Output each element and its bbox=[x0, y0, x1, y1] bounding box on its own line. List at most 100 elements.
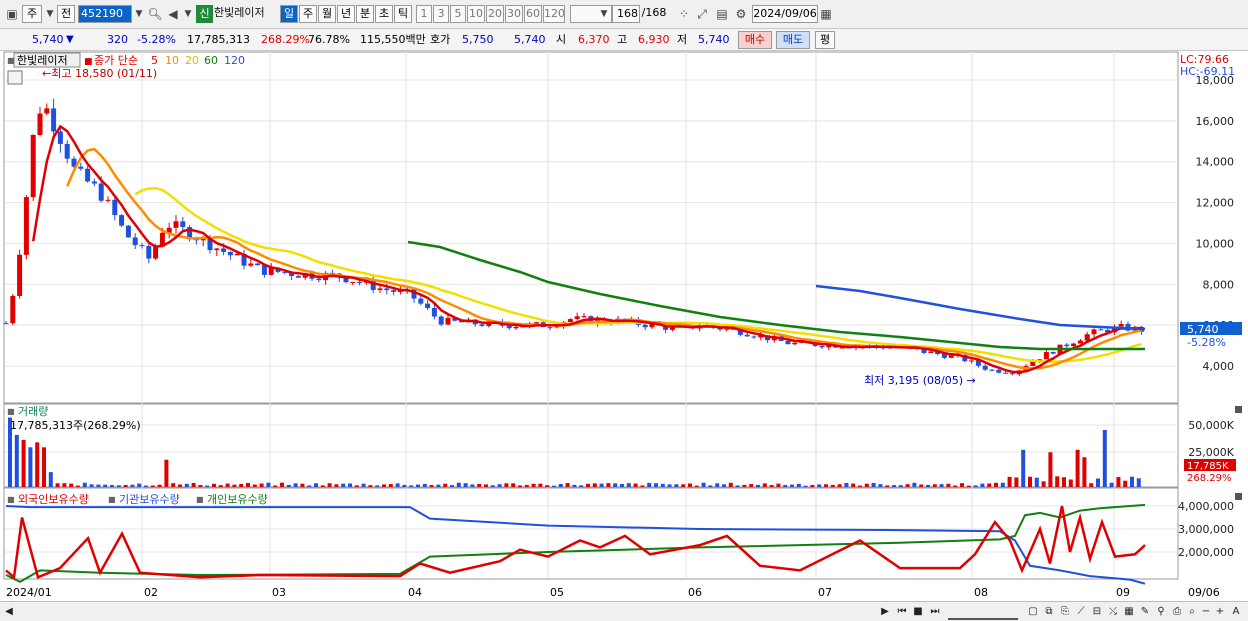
measure-icon[interactable]: ⊟ bbox=[1090, 605, 1104, 618]
volume-panel-close-icon[interactable] bbox=[1235, 406, 1242, 413]
volume-bar bbox=[708, 485, 713, 487]
interval-tab[interactable]: 10 bbox=[467, 5, 485, 23]
volume-bar bbox=[953, 485, 958, 487]
candle-body bbox=[431, 308, 437, 317]
volume-bar bbox=[966, 485, 971, 487]
chevron-down-icon[interactable]: ▼ bbox=[42, 6, 58, 22]
count-input[interactable]: 168 bbox=[612, 5, 640, 23]
window-icon[interactable]: ▣ bbox=[4, 6, 20, 22]
volume: 17,785,313 bbox=[187, 33, 250, 46]
magnifier-icon[interactable]: ⌕ bbox=[1186, 605, 1198, 618]
code-dropdown-icon[interactable]: ▼ bbox=[131, 6, 147, 22]
volume-bar bbox=[715, 483, 720, 487]
candle-body bbox=[445, 317, 451, 325]
interval-tab[interactable]: 20 bbox=[486, 5, 504, 23]
volume-bar bbox=[388, 484, 393, 487]
holdings-panel-close-icon[interactable] bbox=[1235, 493, 1242, 500]
volume-bar bbox=[864, 483, 869, 487]
interval-tab[interactable]: 5 bbox=[450, 5, 466, 23]
period-tab[interactable]: 틱 bbox=[394, 5, 412, 23]
volume-bar bbox=[912, 482, 917, 487]
candle-body bbox=[567, 319, 573, 322]
table-icon[interactable]: ▦ bbox=[1122, 605, 1136, 618]
volume-bar bbox=[395, 483, 400, 487]
tool-icon[interactable]: ⤢ bbox=[694, 6, 710, 22]
pin-icon[interactable]: ⚲ bbox=[1154, 605, 1168, 618]
candle-body bbox=[506, 325, 512, 329]
code-input[interactable]: 452190 bbox=[78, 5, 132, 23]
line-tool-icon[interactable]: ⟋ bbox=[1074, 605, 1088, 618]
buy-button[interactable]: 매수 bbox=[738, 31, 772, 49]
calendar-icon[interactable]: ▦ bbox=[818, 6, 834, 22]
period-tab[interactable]: 일 bbox=[280, 5, 298, 23]
candle-body bbox=[221, 248, 227, 252]
chart-area[interactable]: 18,00016,00014,00012,00010,0008,0006,000… bbox=[0, 51, 1248, 601]
candle-body bbox=[785, 340, 791, 345]
print-icon[interactable]: ⎙ bbox=[1170, 605, 1184, 618]
volume-bar bbox=[429, 485, 434, 487]
auto-scale-icon[interactable]: A bbox=[1230, 605, 1242, 618]
candle-body bbox=[3, 323, 9, 325]
volume-bar bbox=[681, 484, 686, 487]
volume-bar bbox=[212, 483, 216, 487]
search-icon[interactable]: 🔍︎ bbox=[147, 6, 163, 22]
volume-bar bbox=[198, 484, 203, 487]
save-icon[interactable]: ▤ bbox=[714, 6, 730, 22]
scroll-right-icon[interactable]: ▶ bbox=[880, 605, 890, 618]
volume-bar bbox=[898, 485, 903, 487]
period-tab[interactable]: 월 bbox=[318, 5, 336, 23]
candle-body bbox=[533, 322, 539, 324]
chevron-down-icon[interactable]: ▼ bbox=[596, 6, 612, 22]
candle-body bbox=[30, 134, 36, 198]
candle-body bbox=[51, 108, 57, 132]
zoom-in-icon[interactable]: + bbox=[1214, 605, 1226, 618]
volume-bar bbox=[1123, 480, 1128, 487]
date-input[interactable]: 2024/09/06 bbox=[752, 5, 818, 23]
volume-bar bbox=[1062, 477, 1066, 487]
candle-body bbox=[1043, 352, 1049, 360]
settings-icon[interactable]: ✎ bbox=[1138, 605, 1152, 618]
volume-bar bbox=[354, 485, 359, 487]
prev-button[interactable]: 전 bbox=[57, 5, 75, 23]
volume-bar bbox=[402, 484, 407, 487]
fast-forward-icon[interactable]: ⏭ bbox=[928, 605, 942, 618]
low-label: 저 bbox=[677, 33, 688, 46]
copy-icon[interactable]: ⎘ bbox=[1058, 605, 1072, 618]
trend-icon[interactable]: ⤯ bbox=[1106, 605, 1120, 618]
period-tab[interactable]: 주 bbox=[299, 5, 317, 23]
candle-body bbox=[125, 225, 131, 238]
zoom-slider[interactable] bbox=[948, 605, 1018, 620]
stock-name-tag[interactable]: 한빛레이저 bbox=[17, 54, 68, 67]
interval-tab[interactable]: 1 bbox=[416, 5, 432, 23]
candle-body bbox=[132, 237, 138, 246]
chart-tool-icon[interactable]: ▢ bbox=[1026, 605, 1040, 618]
interval-tab[interactable]: 30 bbox=[505, 5, 523, 23]
candle-body bbox=[173, 221, 179, 228]
interval-tab[interactable]: 120 bbox=[543, 5, 565, 23]
chevron-down-icon[interactable]: ▼ bbox=[180, 6, 196, 22]
period-tab[interactable]: 분 bbox=[356, 5, 374, 23]
period-tab[interactable]: 초 bbox=[375, 5, 393, 23]
high-price: 6,930 bbox=[638, 33, 670, 46]
compare-icon[interactable]: ⧉ bbox=[1042, 605, 1056, 618]
eval-button[interactable]: 평 bbox=[815, 31, 835, 49]
rewind-icon[interactable]: ⏮ bbox=[895, 605, 909, 618]
interval-tab[interactable]: 60 bbox=[524, 5, 542, 23]
volume-bar bbox=[422, 483, 427, 487]
candle-body bbox=[214, 248, 220, 251]
zoom-out-icon[interactable]: − bbox=[1200, 605, 1212, 618]
candle-body bbox=[1098, 329, 1104, 331]
interval-tab[interactable]: 3 bbox=[433, 5, 449, 23]
volume-bar bbox=[348, 483, 352, 487]
period-tab[interactable]: 년 bbox=[337, 5, 355, 23]
scroll-left-icon[interactable]: ◀ bbox=[4, 605, 14, 618]
speaker-icon[interactable]: ◀ bbox=[165, 6, 181, 22]
grid-icon[interactable]: ⁘ bbox=[676, 6, 692, 22]
sell-button[interactable]: 매도 bbox=[776, 31, 810, 49]
type-select[interactable]: 주 bbox=[22, 5, 42, 23]
stop-icon[interactable]: ■ bbox=[911, 605, 925, 618]
gear-icon[interactable]: ⚙ bbox=[733, 6, 749, 22]
volume-bar bbox=[35, 442, 40, 487]
table-toggle-icon[interactable] bbox=[7, 70, 23, 85]
horizontal-scrollbar[interactable]: ◀ ▶ ⏮ ■ ⏭ ▢ ⧉ ⎘ ⟋ ⊟ ⤯ ▦ ✎ ⚲ ⎙ ⌕ − + A bbox=[0, 601, 1248, 621]
